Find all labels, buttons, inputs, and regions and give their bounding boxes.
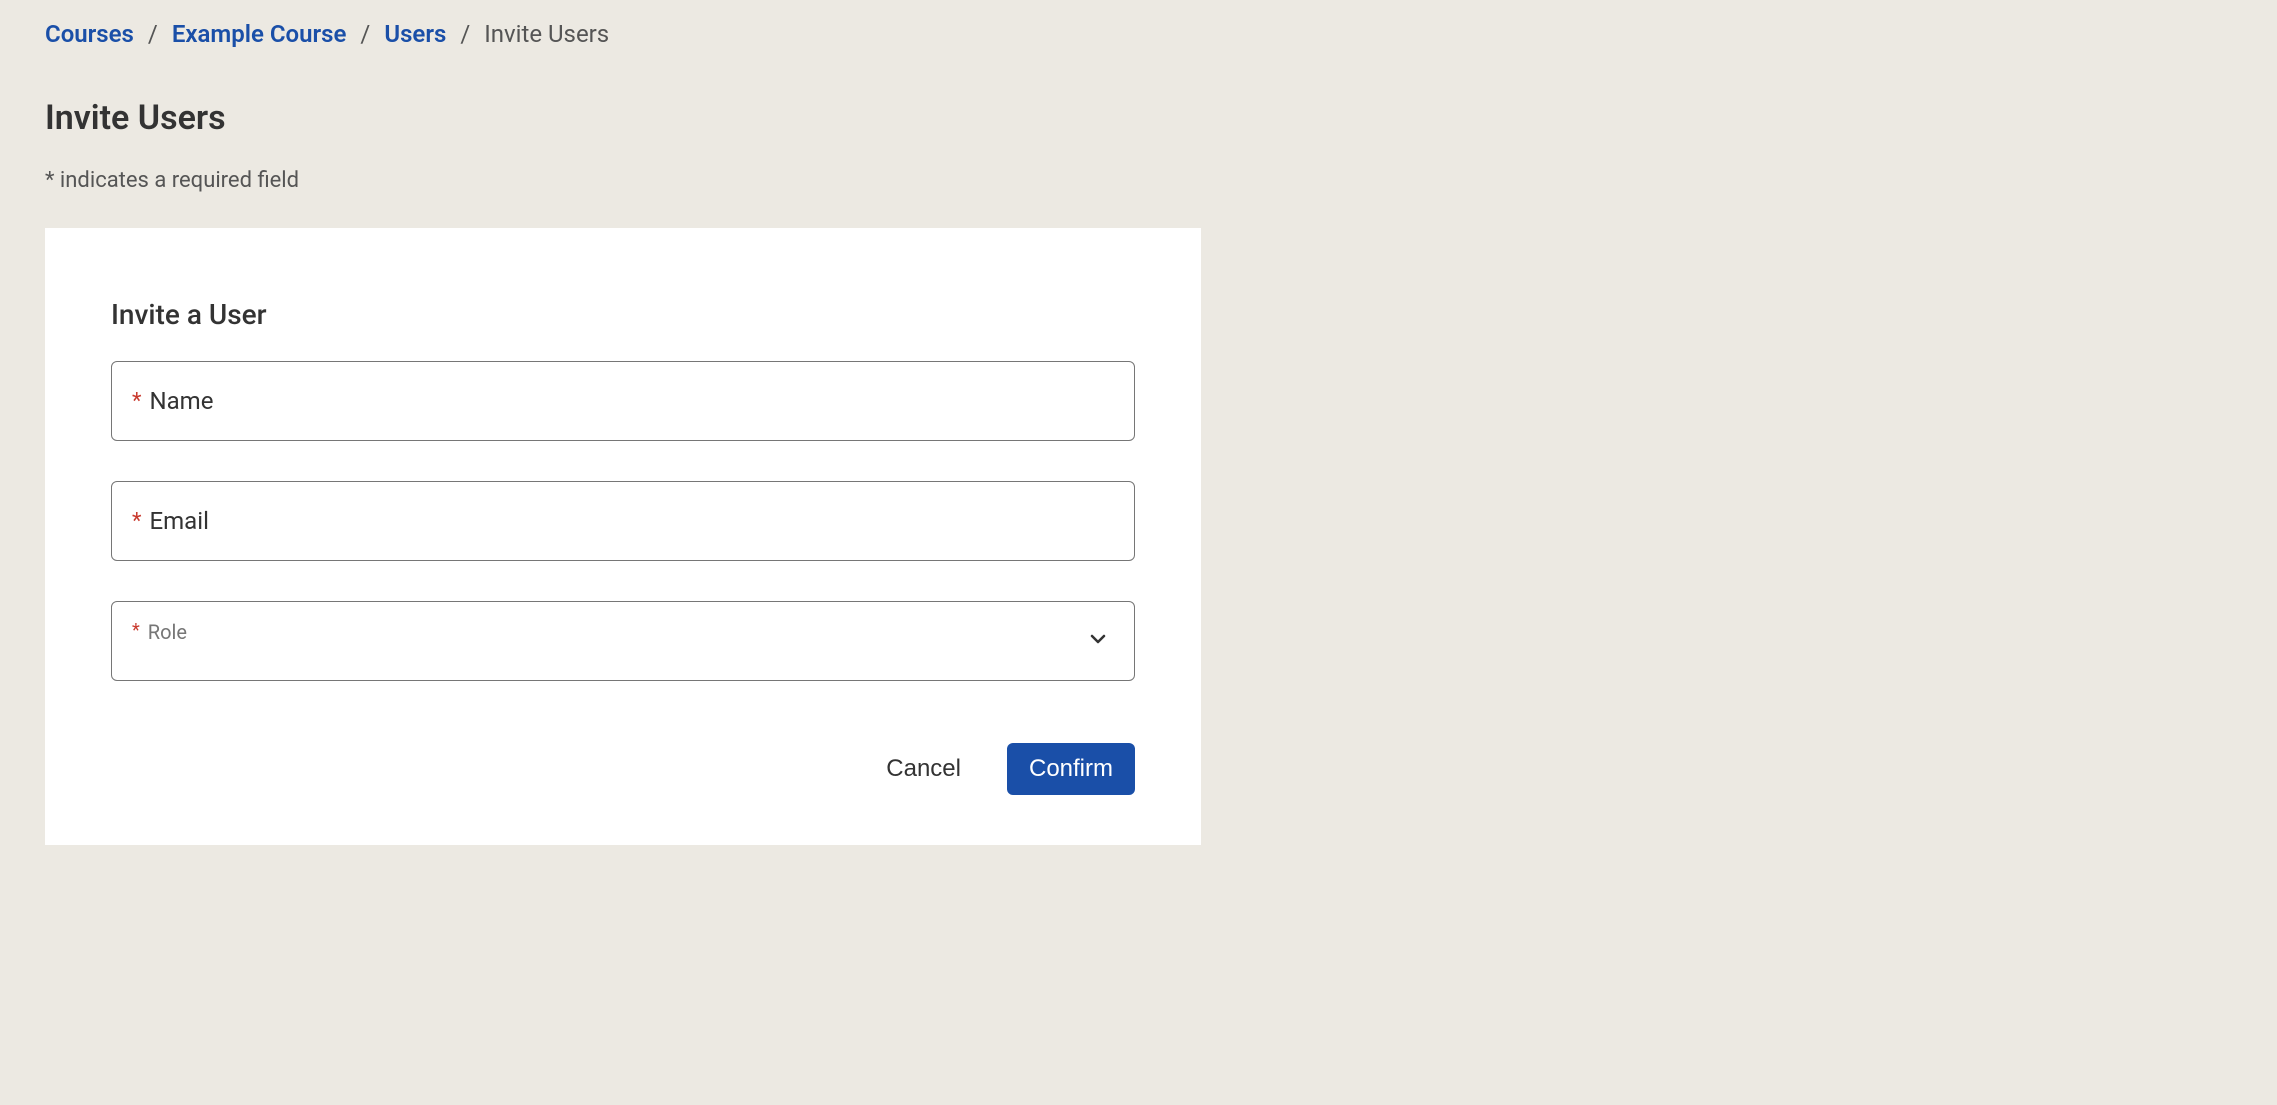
breadcrumb-separator: / [148,20,158,48]
page-title: Invite Users [45,98,2232,138]
email-input[interactable] [217,507,1114,535]
name-input[interactable] [221,387,1114,415]
role-label: Role [148,620,187,644]
form-actions: Cancel Confirm [111,743,1135,795]
invite-user-card: Invite a User * Name * Email * Role Canc… [45,228,1201,845]
email-label: Email [149,507,208,535]
required-field-note: * indicates a required field [45,168,2232,193]
form-title: Invite a User [111,298,1135,331]
breadcrumb-current: Invite Users [484,20,609,48]
name-label: Name [149,387,213,415]
required-asterisk: * [132,389,141,414]
confirm-button[interactable]: Confirm [1007,743,1135,795]
chevron-down-icon [1086,627,1110,655]
name-field-container[interactable]: * Name [111,361,1135,441]
breadcrumb-link-courses[interactable]: Courses [45,20,134,48]
breadcrumb: Courses / Example Course / Users / Invit… [45,20,2232,48]
breadcrumb-link-users[interactable]: Users [384,20,446,48]
cancel-button[interactable]: Cancel [880,745,967,793]
required-asterisk: * [132,509,141,534]
breadcrumb-separator: / [460,20,470,48]
breadcrumb-separator: / [360,20,370,48]
breadcrumb-link-example-course[interactable]: Example Course [172,20,347,48]
role-select[interactable]: * Role [111,601,1135,681]
email-field-container[interactable]: * Email [111,481,1135,561]
required-asterisk: * [132,620,140,641]
